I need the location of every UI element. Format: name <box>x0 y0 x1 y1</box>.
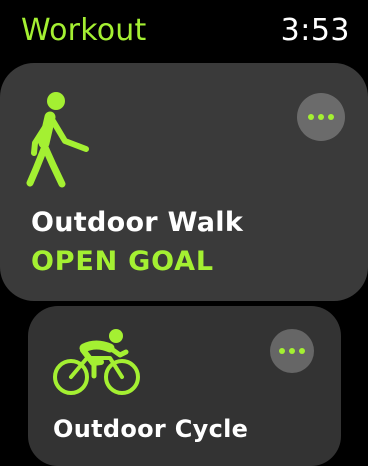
clock-time: 3:53 <box>280 13 350 48</box>
ellipsis-icon <box>308 114 334 120</box>
workout-card-outdoor-walk[interactable]: Outdoor Walk OPEN GOAL <box>0 63 368 301</box>
app-title: Workout <box>21 13 147 48</box>
workout-goal: OPEN GOAL <box>31 246 214 277</box>
workout-card-outdoor-cycle[interactable]: Outdoor Cycle <box>28 306 341 466</box>
cycling-figure-icon <box>53 329 140 395</box>
walking-figure-icon <box>26 92 89 188</box>
status-bar: Workout 3:53 <box>0 0 368 56</box>
more-options-button[interactable] <box>297 93 345 141</box>
workout-name: Outdoor Walk <box>31 207 244 238</box>
more-options-button[interactable] <box>270 329 314 373</box>
workout-name: Outdoor Cycle <box>53 415 249 443</box>
ellipsis-icon <box>279 348 305 354</box>
